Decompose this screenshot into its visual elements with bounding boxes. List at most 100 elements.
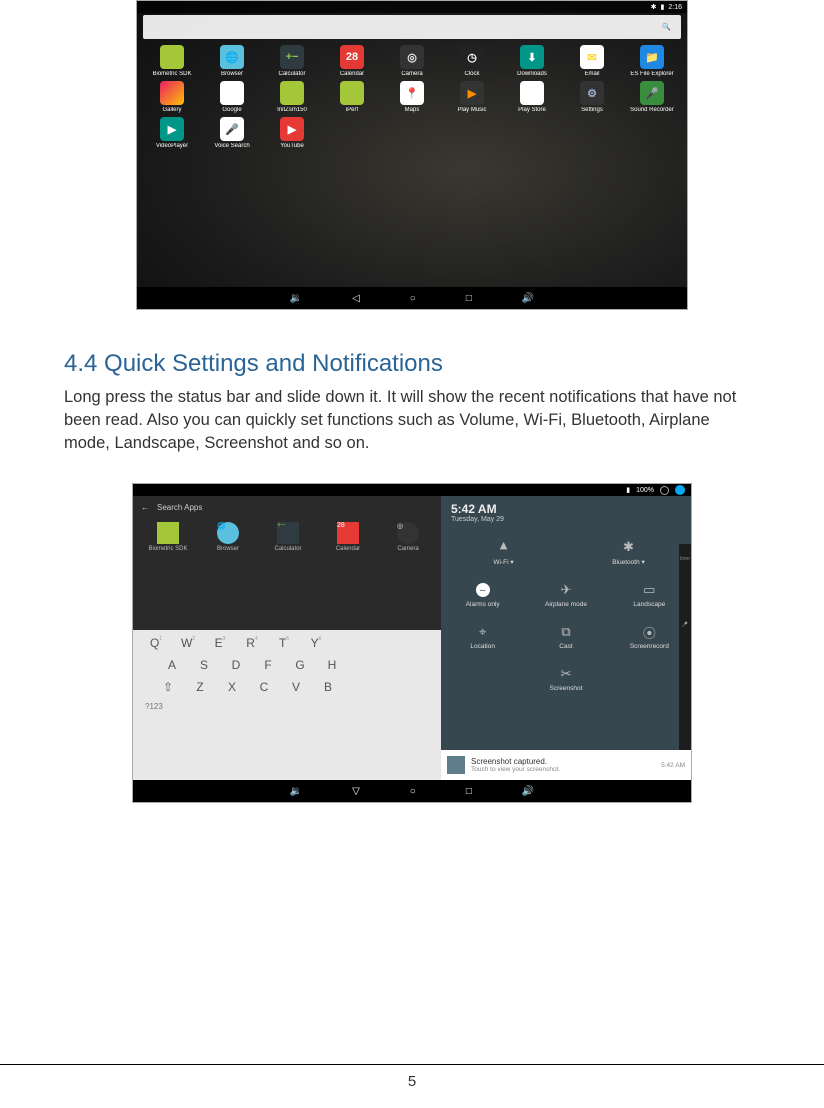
app-icon: ▶ [520, 81, 544, 105]
key-s[interactable]: S [195, 658, 213, 672]
app-icon: ⬇ [520, 45, 544, 69]
status-bar[interactable]: ✱ ▮ 2:16 [137, 1, 687, 13]
app-label: Calendar [340, 71, 364, 77]
page-number: 5 [408, 1073, 416, 1090]
app-calculator[interactable]: +−Calculator [263, 45, 321, 77]
status-bar[interactable]: ▮ 100% [133, 484, 691, 496]
qs-tile-cast[interactable]: ⧉ Cast [524, 616, 607, 658]
key-d[interactable]: D [227, 658, 245, 672]
back-arrow-icon[interactable]: ← [141, 503, 149, 512]
apps-search-input[interactable]: Search Apps [157, 503, 202, 512]
app-label: ES File Explorer [630, 71, 673, 77]
navigation-bar: 🔉 ▽ ○ □ 🔊 [133, 780, 691, 802]
cast-icon: ⧉ [524, 624, 607, 640]
app-play-store[interactable]: ▶Play Store [503, 81, 561, 113]
key-c[interactable]: C [255, 680, 273, 694]
avatar[interactable] [675, 485, 685, 495]
gear-icon[interactable] [660, 486, 669, 495]
app-google[interactable]: GGoogle [203, 81, 261, 113]
app-label: Maps [405, 107, 420, 113]
key-e[interactable]: E3 [211, 636, 229, 650]
app-camera[interactable]: ◎Camera [383, 45, 441, 77]
qs-tile-dnd[interactable]: –Alarms only [441, 574, 524, 616]
app-settings[interactable]: ⚙Settings [563, 81, 621, 113]
search-icon: 🔍 [662, 23, 671, 31]
location-icon: ⌖ [441, 624, 524, 640]
key-x[interactable]: X [223, 680, 241, 694]
key-b[interactable]: B [319, 680, 337, 694]
key-q[interactable]: Q1 [147, 636, 165, 650]
key-y[interactable]: Y6 [307, 636, 325, 650]
app-label: Sound Recorder [630, 107, 674, 113]
back-icon[interactable]: ◁ [352, 293, 360, 304]
bluetooth-icon: ✱ [651, 3, 657, 11]
qs-tile-label: Cast [524, 643, 607, 650]
app-calendar[interactable]: 28Calendar [323, 45, 381, 77]
apps-search-bar[interactable]: 🔍 [143, 15, 681, 39]
qs-tile-location[interactable]: ⌖Location [441, 616, 524, 658]
notification-title: Screenshot captured. [471, 757, 560, 766]
volume-up-icon[interactable]: 🔊 [522, 293, 534, 304]
app-icon [340, 81, 364, 105]
app-videoplayer[interactable]: ▶ VideoPlayer [143, 117, 201, 149]
app-browser: 🌐Browser [199, 522, 257, 552]
dnd-icon: – [441, 582, 524, 598]
app-sound-recorder[interactable]: 🎤Sound Recorder [623, 81, 681, 113]
qs-tile-bluetooth[interactable]: ✱Bluetooth ▾ [566, 531, 691, 574]
app-email[interactable]: ✉Email [563, 45, 621, 77]
qs-tile-airplane[interactable]: ✈Airplane mode [524, 574, 607, 616]
app-browser[interactable]: 🌐Browser [203, 45, 261, 77]
app-calendar: 28Calendar [319, 522, 377, 552]
app-iperf[interactable]: iPerf [323, 81, 381, 113]
key-t[interactable]: T5 [275, 636, 293, 650]
volume-up-icon[interactable]: 🔊 [522, 786, 534, 797]
app-label: Gallery [162, 107, 181, 113]
recent-apps-icon[interactable]: □ [466, 293, 472, 304]
onscreen-keyboard[interactable]: Q1 W2 E3 R4 T5 Y6 ASDFGH ⇧ ZXCVB ?123 [133, 630, 441, 780]
apps-grid: Biometric SDK🌐Browser+−Calculator28Calen… [137, 45, 687, 149]
volume-down-icon[interactable]: 🔉 [290, 293, 302, 304]
key-f[interactable]: F [259, 658, 277, 672]
home-icon[interactable]: ○ [410, 293, 416, 304]
app-label: VideoPlayer [156, 143, 188, 149]
app-es-file-explorer[interactable]: 📁ES File Explorer [623, 45, 681, 77]
app-label: Email [584, 71, 599, 77]
app-icon: ▶ [160, 117, 184, 141]
shift-key[interactable]: ⇧ [159, 680, 177, 694]
symbols-key[interactable]: ?123 [137, 702, 437, 711]
screenshot-notification[interactable]: Screenshot captured. Touch to view your … [441, 750, 691, 780]
app-icon: G [220, 81, 244, 105]
app-play-music[interactable]: ▶Play Music [443, 81, 501, 113]
app-downloads[interactable]: ⬇Downloads [503, 45, 561, 77]
app-youtube[interactable]: ▶ YouTube [263, 117, 321, 149]
partial-label: lorer [680, 556, 690, 562]
app-maps[interactable]: 📍Maps [383, 81, 441, 113]
app-clock[interactable]: ◷Clock [443, 45, 501, 77]
panel-datetime: 5:42 AM Tuesday, May 29 [441, 496, 691, 531]
qs-tile-label: Wi-Fi ▾ [441, 558, 566, 566]
panel-time: 5:42 AM [451, 502, 681, 516]
app-gallery[interactable]: Gallery [143, 81, 201, 113]
back-down-icon[interactable]: ▽ [352, 786, 360, 797]
key-g[interactable]: G [291, 658, 309, 672]
app-label: YouTube [280, 143, 304, 149]
key-w[interactable]: W2 [179, 636, 197, 650]
key-a[interactable]: A [163, 658, 181, 672]
notification-time: 5:42 AM [661, 762, 685, 769]
app-voice-search[interactable]: 🎤Voice Search [203, 117, 261, 149]
app-label: iPerf [346, 107, 358, 113]
recent-apps-icon[interactable]: □ [466, 786, 472, 797]
qs-tile-screenshot[interactable]: ✂Screenshot [441, 658, 691, 700]
app-label: Play Music [457, 107, 486, 113]
key-r[interactable]: R4 [243, 636, 261, 650]
key-v[interactable]: V [287, 680, 305, 694]
quick-settings-panel: 5:42 AM Tuesday, May 29 ▼Wi-Fi ▾✱Bluetoo… [441, 496, 691, 750]
home-icon[interactable]: ○ [410, 786, 416, 797]
qs-tile-wifi[interactable]: ▼Wi-Fi ▾ [441, 531, 566, 574]
key-h[interactable]: H [323, 658, 341, 672]
volume-down-icon[interactable]: 🔉 [290, 786, 302, 797]
app-icon: ▶ [280, 117, 304, 141]
key-z[interactable]: Z [191, 680, 209, 694]
app-initzsm150[interactable]: InitZsm150 [263, 81, 321, 113]
app-biometric-sdk[interactable]: Biometric SDK [143, 45, 201, 77]
